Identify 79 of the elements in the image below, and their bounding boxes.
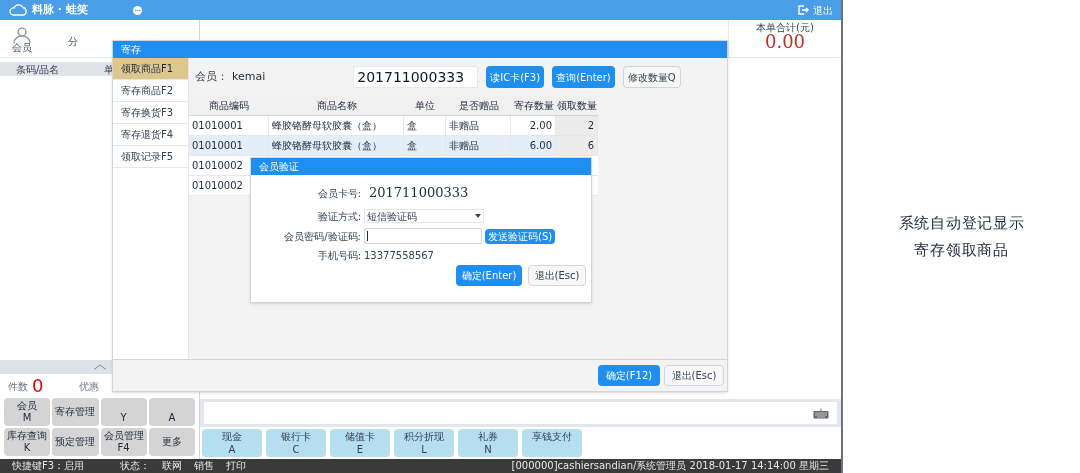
table-row[interactable]: 01010001 蜂胶铬酵母软胶囊（盒） 盒 非赠品 2.00 2: [189, 116, 598, 136]
table-cell: 6: [556, 136, 598, 155]
table-cell: 蜂胶铬酵母软胶囊（盒）: [269, 136, 404, 155]
user-icon: [12, 27, 32, 43]
status-text: 打印: [226, 461, 247, 471]
card-number: 201711000333: [369, 184, 469, 203]
total-label: 本单合计(元): [756, 23, 814, 33]
function-button[interactable]: 库存查询 K: [4, 428, 51, 456]
barcode-input[interactable]: [204, 402, 837, 424]
nav-item[interactable]: 寄存退货F4: [113, 124, 188, 146]
count-value: 0: [32, 377, 44, 395]
table-cell: 01010001: [189, 136, 269, 155]
cloud-icon: [8, 4, 28, 16]
phone-number: 13377558567: [364, 248, 434, 263]
member-label: 会员：: [195, 68, 228, 85]
table-cell: 蜂胶铬酵母软胶囊（盒）: [269, 116, 404, 135]
caption-text: 系统自动登记显示: [898, 213, 1025, 234]
member-name: kemai: [232, 68, 266, 85]
app-title: 料脉 · 蛙笑: [32, 1, 88, 18]
dialog-title: 寄存: [113, 41, 727, 58]
payment-button[interactable]: 现金 A: [202, 429, 262, 457]
function-button[interactable]: 会员 M: [4, 398, 51, 426]
chat-icon: [131, 4, 143, 16]
logout-icon: [798, 5, 809, 15]
column-header: 条码/品名: [16, 62, 61, 77]
table-row[interactable]: 01010001 蜂胶铬酵母软胶囊（盒） 盒 非赠品 6.00 6: [189, 136, 598, 156]
status-text: 状态：: [120, 461, 151, 471]
nav-item[interactable]: 寄存换货F3: [113, 102, 188, 124]
exit-button[interactable]: 退出(Esc): [664, 365, 724, 386]
table-cell: 非赠品: [446, 136, 511, 155]
table-cell: 非赠品: [446, 116, 511, 135]
keyboard-icon: [813, 407, 829, 419]
field-label: 会员卡号:: [316, 186, 362, 201]
function-button[interactable]: Y: [100, 398, 147, 426]
total-amount: 0.00: [764, 33, 806, 51]
field-label: 会员密码/验证码:: [283, 229, 362, 244]
code-input[interactable]: [364, 228, 482, 244]
column-header: 单位: [414, 99, 436, 113]
column-header: 单: [104, 62, 114, 77]
points-label: 分: [68, 35, 78, 49]
table-cell: 01010001: [189, 116, 269, 135]
table-cell: 2: [556, 116, 598, 135]
dialog-title: 会员验证: [251, 158, 591, 175]
payment-button[interactable]: 礼券 N: [458, 429, 518, 457]
function-button[interactable]: 更多: [148, 428, 195, 456]
count-label: 件数: [8, 379, 28, 394]
action-button[interactable]: 修改数量Q: [622, 66, 681, 88]
payment-button[interactable]: 储值卡 E: [330, 429, 390, 457]
caption-text: 寄存领取商品: [914, 239, 1009, 261]
payment-button[interactable]: 享钱支付: [522, 429, 582, 457]
function-button[interactable]: 预定管理: [52, 428, 99, 456]
nav-item[interactable]: 领取商品F1: [113, 58, 188, 80]
column-header: 是否赠品: [457, 99, 500, 113]
status-text: 销售: [194, 461, 215, 471]
column-header: 寄存数量: [512, 99, 555, 113]
member-label: 会员: [12, 43, 32, 53]
exit-button[interactable]: 退出(Esc): [528, 265, 586, 286]
function-button[interactable]: 寄存管理: [52, 398, 99, 426]
field-label: 验证方式:: [316, 209, 362, 224]
function-button[interactable]: A: [148, 398, 195, 426]
status-text: 快捷键F3：启用: [12, 461, 85, 471]
column-header: 商品编码: [208, 99, 250, 113]
field-label: 手机号码:: [316, 248, 362, 263]
nav-item[interactable]: 寄存商品F2: [113, 80, 188, 102]
table-cell: 盒: [404, 116, 446, 135]
table-cell: 盒: [404, 136, 446, 155]
status-text: [000000]cashiersandian/系统管理员 2018-01-17 14:14:00 星期三: [511, 461, 829, 471]
verify-method-select[interactable]: 短信验证码: [364, 209, 484, 223]
caret-down-icon: [475, 214, 481, 218]
payment-button[interactable]: 积分折现 L: [394, 429, 454, 457]
column-header: 商品名称: [315, 99, 358, 113]
discount-label: 优惠: [79, 379, 100, 394]
function-button[interactable]: 会员管理 F4: [100, 428, 147, 456]
status-text: 联网: [162, 461, 183, 471]
chevron-up-icon: [92, 364, 107, 370]
card-number-field[interactable]: 201711000333: [353, 66, 479, 88]
nav-item[interactable]: 领取记录F5: [113, 146, 188, 168]
column-header: 领取数量: [556, 99, 598, 113]
payment-button[interactable]: 银行卡 C: [266, 429, 326, 457]
